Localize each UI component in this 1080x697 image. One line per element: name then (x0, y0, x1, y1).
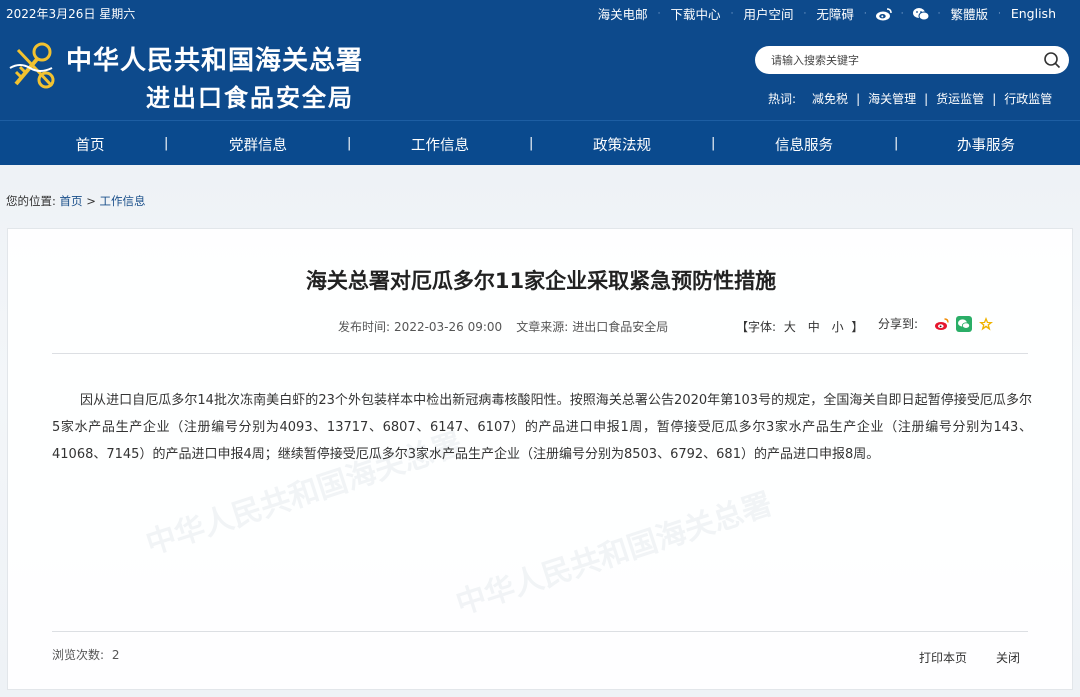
link-download-center[interactable]: 下载中心 (661, 4, 731, 23)
hot-word-admin-supervision[interactable]: 行政监管 (996, 90, 1060, 107)
search-box (755, 46, 1069, 74)
nav-item-home[interactable]: 首页 (76, 134, 105, 155)
search-icon[interactable] (1043, 51, 1061, 69)
nav-item-online-services[interactable]: 办事服务 (957, 134, 1015, 155)
hot-word-customs-management[interactable]: 海关管理 (860, 90, 924, 107)
main-nav: 首页 | 党群信息 | 工作信息 | 政策法规 | 信息服务 | 办事服务 (0, 120, 1080, 165)
site-header: 2022年3月26日 星期六 海关电邮 · 下载中心 · 用户空间 · 无障碍 … (0, 0, 1080, 120)
source-label: 文章来源: (516, 320, 569, 334)
font-size-medium[interactable]: 中 (804, 320, 824, 334)
hot-word-tax-exemption[interactable]: 减免税 (804, 90, 856, 107)
footer-divider (52, 631, 1028, 632)
font-size-label-open: 【字体: (736, 320, 777, 334)
breadcrumb-prefix: 您的位置: (6, 194, 56, 208)
search-input[interactable] (771, 51, 1031, 69)
font-size-label-close: 】 (851, 320, 864, 334)
customs-emblem-logo[interactable] (8, 38, 60, 94)
hot-word-cargo-supervision[interactable]: 货运监管 (928, 90, 992, 107)
weibo-icon[interactable] (867, 7, 901, 21)
breadcrumb-arrow: > (86, 194, 96, 208)
title-divider (52, 353, 1028, 354)
nav-separator: | (894, 136, 899, 151)
wechat-icon[interactable] (904, 7, 938, 21)
nav-separator: | (711, 136, 716, 151)
current-date: 2022年3月26日 星期六 (6, 7, 136, 21)
font-size-small[interactable]: 小 (828, 320, 848, 334)
breadcrumb-current[interactable]: 工作信息 (99, 194, 145, 208)
link-accessibility[interactable]: 无障碍 (806, 4, 864, 23)
article-card: 中华人民共和国海关总署 中华人民共和国海关总署 海关总署对厄瓜多尔11家企业采取… (7, 228, 1073, 690)
article-title: 海关总署对厄瓜多尔11家企业采取紧急预防性措施 (305, 269, 777, 293)
breadcrumb-home[interactable]: 首页 (60, 194, 83, 208)
publish-time-label: 发布时间: (338, 320, 391, 334)
nav-item-work-info[interactable]: 工作信息 (411, 134, 469, 155)
nav-separator: | (529, 136, 534, 151)
top-links: 海关电邮 · 下载中心 · 用户空间 · 无障碍 · · · 繁體版 · Eng… (588, 4, 1066, 23)
view-count-label: 浏览次数: (52, 648, 105, 662)
link-traditional-chinese[interactable]: 繁體版 (940, 4, 998, 23)
nav-item-policies[interactable]: 政策法规 (593, 134, 651, 155)
breadcrumb: 您的位置: 首页 > 工作信息 (6, 193, 145, 209)
article-body: 因从进口自厄瓜多尔14批次冻南美白虾的23个外包装样本中检出新冠病毒核酸阳性。按… (52, 393, 1032, 462)
nav-item-info-services[interactable]: 信息服务 (775, 134, 833, 155)
share-favorite-star-icon[interactable] (978, 316, 994, 332)
link-english[interactable]: English (1001, 6, 1066, 21)
nav-item-party-info[interactable]: 党群信息 (229, 134, 287, 155)
view-count-value: 2 (111, 648, 120, 662)
share-wechat-icon[interactable] (956, 315, 973, 332)
font-size-selector: 【字体: 大 中 小 】 (736, 318, 863, 335)
article-meta: 发布时间: 2022-03-26 09:00 文章来源: 进出口食品安全局 (338, 318, 668, 335)
print-page-button[interactable]: 打印本页 (919, 649, 967, 666)
nav-separator: | (164, 136, 169, 151)
share-weibo-icon[interactable] (934, 316, 950, 332)
publish-time: 2022-03-26 09:00 (394, 319, 503, 334)
watermark: 中华人民共和国海关总署 (451, 486, 777, 622)
link-customs-email[interactable]: 海关电邮 (588, 4, 658, 23)
share-label: 分享到: (878, 317, 919, 331)
hot-words: 热词: 减免税 | 海关管理 | 货运监管 | 行政监管 (768, 90, 1060, 107)
site-title-sub: 进出口食品安全局 (146, 83, 354, 112)
site-title-main: 中华人民共和国海关总署 (66, 46, 364, 76)
hot-words-label: 热词: (768, 92, 797, 106)
link-user-space[interactable]: 用户空间 (733, 4, 803, 23)
top-bar: 2022年3月26日 星期六 海关电邮 · 下载中心 · 用户空间 · 无障碍 … (0, 0, 1080, 26)
article-source: 进出口食品安全局 (572, 320, 669, 334)
view-count: 浏览次数: 2 (52, 646, 120, 663)
close-button[interactable]: 关闭 (996, 649, 1020, 666)
nav-separator: | (347, 136, 352, 151)
font-size-large[interactable]: 大 (780, 320, 800, 334)
share-bar: 分享到: (878, 315, 994, 332)
